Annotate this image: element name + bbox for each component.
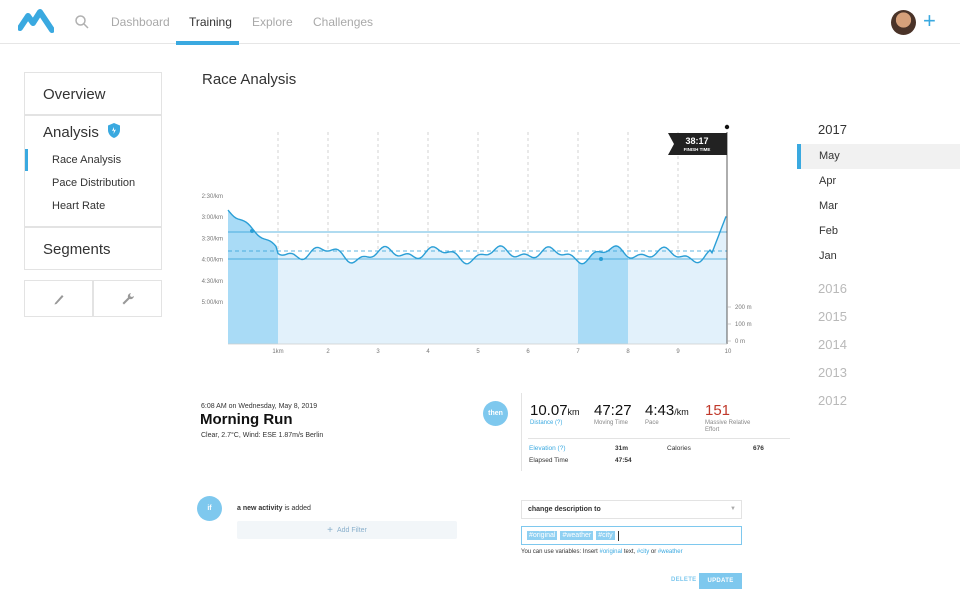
month-jan[interactable]: Jan bbox=[797, 244, 960, 269]
then-badge: then bbox=[483, 401, 508, 426]
stats-divider bbox=[528, 438, 790, 439]
nav-explore[interactable]: Explore bbox=[252, 15, 293, 29]
x-tick-label: 7 bbox=[576, 349, 580, 355]
pace-marker-start bbox=[250, 229, 254, 233]
elevation-tick-label: 100 m bbox=[735, 322, 752, 328]
sidebar-overview-label: Overview bbox=[43, 86, 106, 103]
activity-datetime: 6:08 AM on Wednesday, May 8, 2019 bbox=[201, 403, 318, 410]
add-filter-button[interactable]: + Add Filter bbox=[237, 521, 457, 539]
pace-marker-mid bbox=[599, 257, 603, 261]
sidebar-item-race-analysis[interactable]: Race Analysis bbox=[52, 154, 121, 166]
elapsed-time-label: Elapsed Time bbox=[529, 457, 569, 464]
year-2013[interactable]: 2013 bbox=[818, 365, 847, 380]
settings-button[interactable] bbox=[93, 280, 162, 317]
description-tag-input[interactable]: #original #weather #city bbox=[521, 526, 742, 545]
text-cursor bbox=[617, 530, 619, 541]
effort-label: Massive Relative Effort bbox=[705, 420, 751, 433]
delete-button[interactable]: DELETE bbox=[671, 577, 696, 583]
nav-training[interactable]: Training bbox=[189, 15, 232, 29]
elapsed-time-value: 47:54 bbox=[615, 457, 632, 464]
sidebar-segments-box[interactable]: Segments bbox=[24, 227, 162, 270]
calories-value: 676 bbox=[753, 445, 764, 452]
year-2012[interactable]: 2012 bbox=[818, 393, 847, 408]
elevation-label[interactable]: Elevation (?) bbox=[529, 445, 566, 452]
x-tick-label: 9 bbox=[676, 349, 680, 355]
race-analysis-chart[interactable]: 38:17 FINISH TIME 2:30/km 3:00/km 3:30/km 4… bbox=[190, 118, 770, 358]
x-tick-label: 3 bbox=[376, 349, 380, 355]
elevation-value: 31m bbox=[615, 445, 629, 452]
app-logo-icon[interactable] bbox=[18, 8, 54, 34]
pace-tick-label: 5:00/km bbox=[202, 300, 223, 306]
sidebar-overview-box[interactable]: Overview bbox=[24, 72, 162, 115]
pace-tick-label: 3:30/km bbox=[202, 236, 223, 242]
activity-conditions: Clear, 2.7°C, Wind: ESE 1.87m/s Berlin bbox=[201, 432, 324, 439]
x-tick-label: 8 bbox=[626, 349, 630, 355]
pace-tick-label: 4:30/km bbox=[202, 279, 223, 285]
sidebar-item-pace-distribution[interactable]: Pace Distribution bbox=[52, 177, 135, 189]
if-badge: if bbox=[197, 496, 222, 521]
sidebar-analysis-box: Analysis Race Analysis Pace Distribution… bbox=[24, 115, 162, 227]
distance-stat: 10.07km bbox=[530, 402, 580, 419]
elevation-tick-label: 0 m bbox=[735, 339, 745, 345]
x-tick-label: 2 bbox=[326, 349, 330, 355]
calories-label: Calories bbox=[667, 445, 691, 452]
year-2017[interactable]: 2017 bbox=[818, 122, 847, 137]
finish-time-value: 38:17 bbox=[685, 136, 708, 146]
sidebar-item-heart-rate[interactable]: Heart Rate bbox=[52, 200, 105, 212]
pace-tick-label: 4:00/km bbox=[202, 258, 223, 264]
user-avatar[interactable] bbox=[891, 10, 916, 35]
x-tick-label: 5 bbox=[476, 349, 480, 355]
sidebar-active-marker bbox=[25, 149, 28, 171]
elevation-tick-label: 200 m bbox=[735, 305, 752, 311]
add-plus-icon[interactable]: + bbox=[923, 10, 936, 32]
year-2014[interactable]: 2014 bbox=[818, 337, 847, 352]
nav-dashboard[interactable]: Dashboard bbox=[111, 15, 170, 29]
pace-line bbox=[227, 209, 727, 265]
nav-challenges[interactable]: Challenges bbox=[313, 15, 373, 29]
shield-icon bbox=[108, 123, 120, 138]
tag-original[interactable]: #original bbox=[527, 531, 558, 540]
finish-time-label: FINISH TIME bbox=[684, 147, 711, 152]
update-button[interactable]: UPDATE bbox=[699, 573, 742, 589]
x-tick-label: 6 bbox=[526, 349, 530, 355]
moving-time-stat: 47:27 bbox=[594, 402, 632, 419]
pace-label: Pace bbox=[645, 420, 659, 426]
month-feb[interactable]: Feb bbox=[797, 219, 960, 244]
pencil-icon bbox=[54, 294, 63, 304]
variables-hint: You can use variables: Insert #original … bbox=[521, 549, 683, 555]
chevron-down-icon: ▼ bbox=[730, 506, 736, 512]
pace-stat: 4:43/km bbox=[645, 402, 689, 419]
x-tick-label: 10 bbox=[725, 349, 732, 355]
pace-tick-label: 3:00/km bbox=[202, 215, 223, 221]
x-tick-label: 4 bbox=[426, 349, 430, 355]
active-tab-indicator bbox=[176, 41, 239, 45]
page-title: Race Analysis bbox=[202, 71, 297, 88]
top-navigation-bar: Dashboard Training Explore Challenges + bbox=[0, 0, 960, 45]
sidebar-segments-label: Segments bbox=[43, 241, 111, 258]
tag-weather[interactable]: #weather bbox=[560, 531, 594, 540]
year-2015[interactable]: 2015 bbox=[818, 309, 847, 324]
action-select[interactable]: change description to ▼ bbox=[521, 500, 742, 519]
activity-name[interactable]: Morning Run bbox=[200, 411, 292, 428]
tag-city[interactable]: #city bbox=[596, 531, 615, 540]
month-may[interactable]: May bbox=[797, 144, 960, 169]
wrench-icon bbox=[122, 292, 134, 304]
finish-marker bbox=[724, 124, 730, 130]
month-apr[interactable]: Apr bbox=[797, 169, 960, 194]
month-mar[interactable]: Mar bbox=[797, 194, 960, 219]
sidebar-analysis-label[interactable]: Analysis bbox=[43, 124, 99, 141]
moving-time-label: Moving Time bbox=[594, 420, 629, 426]
rule-trigger-text: a new activity is added bbox=[237, 505, 311, 512]
pace-area-fill bbox=[228, 210, 727, 344]
search-icon[interactable] bbox=[74, 14, 90, 30]
year-2016[interactable]: 2016 bbox=[818, 281, 847, 296]
pace-tick-label: 2:30/km bbox=[202, 194, 223, 200]
effort-stat: 151 bbox=[705, 402, 731, 419]
finish-time-flag: 38:17 FINISH TIME bbox=[668, 133, 727, 155]
x-tick-label: 1km bbox=[272, 349, 283, 355]
edit-button[interactable] bbox=[24, 280, 93, 317]
distance-label[interactable]: Distance (?) bbox=[530, 420, 562, 427]
